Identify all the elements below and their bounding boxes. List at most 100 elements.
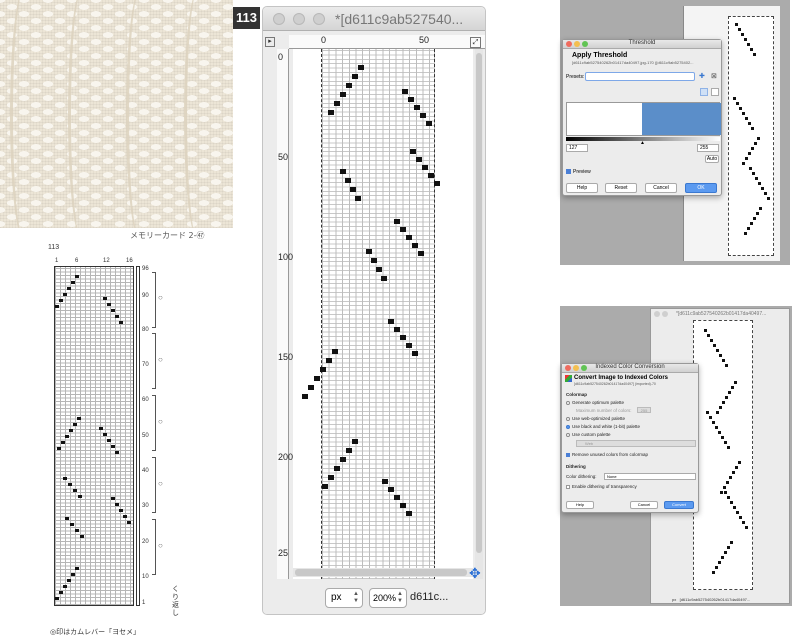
window-title: *[d611c9ab527540262b01417da40497... — [676, 311, 767, 317]
circle-mark-icon: ○ — [158, 355, 163, 364]
navigate-icon[interactable]: ✥ — [469, 565, 481, 582]
cancel-button[interactable]: Cancel — [630, 501, 658, 509]
zoom-window-icon[interactable] — [313, 13, 325, 25]
filled-cell — [716, 349, 719, 352]
circle-mark-icon: ○ — [158, 479, 163, 488]
filled-cell — [63, 293, 67, 296]
filled-cell — [723, 486, 726, 489]
help-button[interactable]: Help — [566, 501, 594, 509]
dialog-heading: Apply Threshold — [572, 52, 628, 59]
optimum-palette-radio[interactable]: Generate optimum palette — [566, 400, 624, 405]
remove-unused-checkbox[interactable]: Remove unused colors from colormap — [566, 452, 648, 457]
filled-cell — [742, 521, 745, 524]
custom-palette-select[interactable]: Web — [576, 440, 696, 447]
web-palette-radio[interactable]: Use web-optimized palette — [566, 416, 625, 421]
bw-palette-radio[interactable]: Use black and white (1-bit) palette — [566, 424, 640, 429]
filled-cell — [69, 429, 73, 432]
scroll-thumb[interactable] — [295, 569, 467, 576]
vertical-ruler[interactable]: 0 50 100 150 200 25 — [277, 49, 294, 579]
unit-value: px — [672, 597, 677, 602]
vertical-scrollbar[interactable] — [475, 49, 483, 579]
row-label: 70 — [142, 362, 149, 368]
menu-icon[interactable]: ⊠ — [711, 72, 717, 80]
filled-cell — [410, 149, 416, 154]
row-label: 20 — [142, 539, 149, 545]
pixel-chart-preview — [693, 320, 753, 590]
filled-cell — [78, 495, 82, 498]
filled-cell — [63, 585, 67, 588]
custom-palette-radio[interactable]: Use custom palette — [566, 432, 611, 437]
repeat-bracket — [152, 272, 156, 328]
filled-cell — [719, 354, 722, 357]
slider-handle-icon[interactable]: ▲ — [640, 140, 645, 146]
chart-footnote: ◎印はカムレバー「ヨセメ」 — [50, 628, 140, 636]
low-threshold-input[interactable]: 127 — [566, 144, 588, 152]
preview-checkbox[interactable]: Preview — [566, 169, 591, 175]
filled-cell — [718, 431, 721, 434]
ok-button[interactable]: OK — [685, 183, 717, 193]
histogram[interactable] — [566, 102, 721, 136]
filled-cell — [747, 43, 750, 46]
quick-mask-icon[interactable]: ▸ — [265, 37, 275, 47]
dialog-titlebar[interactable]: Threshold — [563, 40, 721, 49]
filled-cell — [434, 181, 440, 186]
filled-cell — [721, 556, 724, 559]
horizontal-scrollbar[interactable] — [293, 568, 473, 577]
high-threshold-input[interactable]: 255 — [697, 144, 719, 152]
photo-caption: メモリーカード 2-㊼ — [130, 231, 205, 240]
col-label: 12 — [103, 258, 110, 264]
transparency-dither-checkbox[interactable]: Enable dithering of transparency — [566, 484, 637, 489]
filled-cell — [400, 335, 406, 340]
filled-cell — [755, 177, 758, 180]
filled-cell — [738, 28, 741, 31]
log-histogram-icon[interactable] — [711, 88, 719, 96]
filled-cell — [103, 433, 107, 436]
row-label: 10 — [142, 574, 149, 580]
zoom-to-fit-icon[interactable]: ⤢ — [470, 37, 481, 48]
dialog-titlebar[interactable]: Indexed Color Conversion — [562, 364, 698, 373]
reset-button[interactable]: Reset — [605, 183, 637, 193]
convert-button[interactable]: Convert — [664, 501, 694, 509]
minimize-icon[interactable] — [662, 311, 668, 317]
close-icon[interactable] — [654, 311, 660, 317]
filled-cell — [328, 475, 334, 480]
filled-cell — [764, 192, 767, 195]
max-colors-input[interactable]: 255 — [637, 407, 651, 413]
row-label: 1 — [142, 600, 146, 606]
filled-cell — [99, 427, 103, 430]
filled-cell — [745, 526, 748, 529]
close-icon[interactable] — [273, 13, 285, 25]
zoom-select[interactable]: 200% ▲ ▼ — [369, 588, 407, 608]
scroll-thumb[interactable] — [476, 53, 482, 553]
horizontal-ruler[interactable]: 0 50 — [289, 35, 485, 49]
checkbox-checked-icon — [566, 452, 570, 457]
unit-select[interactable]: px ▲ ▼ — [325, 588, 363, 608]
option-label: Use custom palette — [572, 432, 611, 437]
lace-wave — [68, 0, 96, 228]
checkbox-icon — [566, 484, 570, 489]
help-button[interactable]: Help — [566, 183, 598, 193]
dialog-heading: Convert Image to Indexed Colors — [574, 375, 669, 381]
filled-cell — [71, 281, 75, 284]
auto-button[interactable]: Auto — [705, 155, 719, 163]
filled-cell — [727, 446, 730, 449]
minimize-icon[interactable] — [293, 13, 305, 25]
color-dithering-select[interactable]: None — [604, 473, 696, 480]
row-label: 50 — [142, 433, 149, 439]
filled-cell — [67, 287, 71, 290]
add-preset-icon[interactable]: ✚ — [699, 72, 705, 80]
cancel-button[interactable]: Cancel — [645, 183, 677, 193]
gimp-image-window: *[d611c9ab527540... ▸ 0 50 ⤢ 0 50 100 15… — [262, 6, 486, 615]
filled-cell — [381, 276, 387, 281]
window-titlebar[interactable]: *[d611c9ab527540... — [263, 7, 485, 31]
ruler-label: 150 — [278, 352, 294, 362]
image-canvas[interactable] — [293, 49, 473, 579]
chart-number: 113 — [48, 244, 60, 251]
presets-combo[interactable] — [585, 72, 695, 81]
filled-cell — [71, 573, 75, 576]
filled-cell — [65, 435, 69, 438]
linear-histogram-icon[interactable] — [700, 88, 708, 96]
option-label: Enable dithering of transparency — [572, 484, 637, 489]
filled-cell — [394, 495, 400, 500]
col-label: 16 — [126, 258, 133, 264]
